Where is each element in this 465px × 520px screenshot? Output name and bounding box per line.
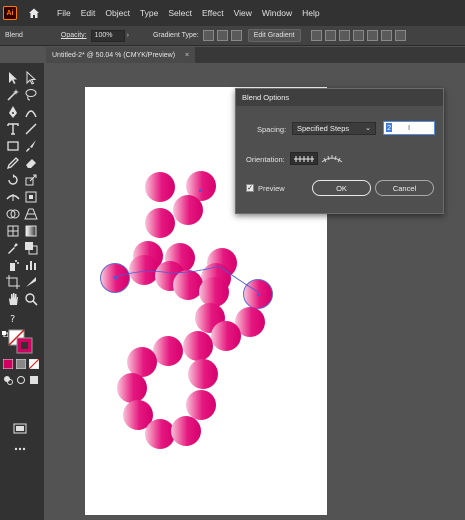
selection-tool-icon[interactable] (6, 71, 20, 85)
menu-bar: Ai File Edit Object Type Select Effect V… (0, 0, 465, 26)
rectangle-tool-icon[interactable] (6, 139, 20, 153)
home-icon[interactable] (25, 4, 43, 22)
menu-type[interactable]: Type (140, 8, 158, 18)
close-icon[interactable]: × (185, 52, 189, 59)
align-left-icon[interactable] (310, 30, 322, 41)
line-tool-icon[interactable] (24, 122, 38, 136)
none-mode-icon[interactable] (28, 358, 40, 370)
spacing-select-value: Specified Steps (297, 124, 350, 133)
more-tools-icon[interactable] (13, 445, 27, 451)
align-to-page-icon[interactable] (290, 152, 318, 165)
perspective-grid-icon[interactable] (24, 207, 38, 221)
preview-label[interactable]: Preview (258, 184, 285, 193)
linear-gradient-icon[interactable] (202, 30, 214, 41)
zoom-tool-icon[interactable] (24, 292, 38, 306)
hand-tool-icon[interactable] (6, 292, 20, 306)
direct-selection-tool-icon[interactable] (24, 70, 38, 85)
tools-panel: ? (0, 63, 44, 520)
gradient-type-label: Gradient Type: (152, 32, 199, 39)
document-tab-bar: Untitled-2* @ 50.04 % (CMYK/Preview) × (46, 47, 465, 63)
magic-wand-icon[interactable] (6, 88, 20, 102)
steps-input[interactable]: 2 I (383, 121, 435, 135)
artboard-tool-icon[interactable] (6, 275, 20, 289)
eyedropper-icon[interactable] (6, 241, 20, 255)
chevron-down-icon: ⌄ (365, 125, 371, 132)
lasso-icon[interactable] (24, 88, 38, 102)
align-top-icon[interactable] (352, 30, 364, 41)
menu-effect[interactable]: Effect (202, 8, 224, 18)
edit-gradient-button[interactable]: Edit Gradient (247, 29, 301, 42)
align-middle-icon[interactable] (366, 30, 378, 41)
document-tab[interactable]: Untitled-2* @ 50.04 % (CMYK/Preview) × (46, 47, 196, 63)
spacing-select[interactable]: Specified Steps ⌄ (292, 122, 376, 135)
selection-type-label: Blend (5, 32, 23, 39)
menu-window[interactable]: Window (262, 8, 292, 18)
menu-object[interactable]: Object (105, 8, 130, 18)
screen-mode-icon[interactable] (14, 365, 28, 377)
opacity-field[interactable]: 100% (90, 29, 125, 42)
default-colors-icon[interactable] (2, 330, 9, 338)
steps-value: 2 (386, 123, 393, 132)
app-logo: Ai (3, 6, 17, 20)
menu-items: File Edit Object Type Select Effect View… (57, 8, 330, 18)
slice-tool-icon[interactable] (24, 275, 38, 289)
control-bar: Blend Opacity: 100% › Gradient Type: Edi… (0, 26, 465, 46)
preview-checkbox[interactable]: ✓ (246, 184, 254, 192)
distribute-icon[interactable] (394, 30, 406, 41)
draw-mode-icon[interactable] (3, 375, 13, 385)
freeform-gradient-icon[interactable] (230, 30, 242, 41)
cancel-button[interactable]: Cancel (375, 180, 434, 196)
align-right-icon[interactable] (338, 30, 350, 41)
color-mode-icon[interactable] (2, 358, 14, 370)
rotate-tool-icon[interactable] (6, 173, 20, 187)
menu-view[interactable]: View (234, 8, 252, 18)
anchor-point[interactable] (114, 276, 117, 279)
gradient-tool-icon[interactable] (24, 224, 38, 238)
align-center-icon[interactable] (324, 30, 336, 41)
svg-text:?: ? (10, 314, 15, 325)
text-cursor-icon: I (408, 123, 411, 132)
align-bottom-icon[interactable] (380, 30, 392, 41)
free-transform-icon[interactable] (24, 190, 38, 204)
align-to-path-icon[interactable] (320, 152, 344, 165)
change-screen-mode-icon[interactable] (13, 423, 27, 435)
scale-tool-icon[interactable] (24, 173, 38, 187)
fill-stroke-icon[interactable] (8, 329, 34, 355)
type-tool-icon[interactable] (6, 122, 20, 136)
menu-select[interactable]: Select (168, 8, 192, 18)
draw-inside-icon[interactable] (29, 375, 39, 385)
symbol-sprayer-icon[interactable] (6, 258, 20, 272)
pencil-icon[interactable] (6, 156, 20, 170)
help-question-icon[interactable]: ? (6, 311, 20, 325)
dialog-title[interactable]: Blend Options (236, 89, 443, 106)
spacing-label: Spacing: (257, 125, 287, 134)
document-tab-title: Untitled-2* @ 50.04 % (CMYK/Preview) (52, 51, 176, 59)
ok-button[interactable]: OK (312, 180, 371, 196)
paintbrush-icon[interactable] (24, 139, 38, 153)
pen-tool-icon[interactable] (6, 105, 20, 119)
radial-gradient-icon[interactable] (216, 30, 228, 41)
menu-edit[interactable]: Edit (81, 8, 96, 18)
opacity-label[interactable]: Opacity: (61, 32, 87, 39)
curvature-tool-icon[interactable] (24, 105, 38, 119)
eraser-icon[interactable] (24, 156, 38, 170)
width-tool-icon[interactable] (6, 190, 20, 204)
anchor-point[interactable] (199, 189, 202, 192)
shape-builder-icon[interactable] (6, 207, 20, 221)
blend-options-dialog: Blend Options Spacing: Specified Steps ⌄… (235, 88, 444, 214)
anchor-point[interactable] (257, 293, 260, 296)
illustrator-window: Ai File Edit Object Type Select Effect V… (0, 0, 465, 520)
orientation-label: Orientation: (246, 155, 285, 164)
menu-help[interactable]: Help (302, 8, 319, 18)
mesh-tool-icon[interactable] (6, 224, 20, 238)
menu-file[interactable]: File (57, 8, 71, 18)
opacity-dropdown-icon[interactable]: › (127, 32, 129, 39)
graph-tool-icon[interactable] (24, 258, 38, 272)
blend-tool-icon[interactable] (24, 241, 38, 255)
